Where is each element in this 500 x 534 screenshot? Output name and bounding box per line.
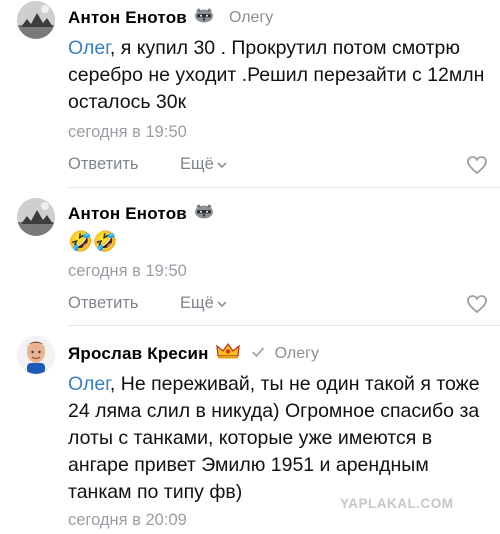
more-label: Ещё	[180, 155, 214, 173]
author-row: Антон Енотов	[68, 203, 215, 224]
author-name[interactable]: Ярослав Кресин	[68, 344, 209, 364]
comment-text: Олег, я купил 30 . Прокрутил потом смотр…	[68, 35, 488, 116]
more-label: Ещё	[180, 294, 214, 312]
author-row: Ярослав Кресин Олегу	[68, 342, 319, 365]
comment-actions: Ответить Ещё	[68, 294, 488, 318]
comment-body: , я купил 30 . Прокрутил потом смотрю се…	[68, 37, 485, 113]
mention-link[interactable]: Олег	[68, 373, 110, 395]
timestamp[interactable]: сегодня в 19:50	[68, 123, 187, 142]
author-name[interactable]: Антон Енотов	[68, 8, 187, 28]
author-name[interactable]: Антон Енотов	[68, 204, 187, 224]
comment-text: Олег, Не переживай, ты не один такой я т…	[68, 371, 488, 506]
more-button[interactable]: Ещё	[180, 294, 227, 313]
divider	[68, 325, 500, 326]
crown-icon	[215, 342, 241, 365]
reply-to-link[interactable]: Олегу	[229, 9, 273, 27]
raccoon-icon	[193, 7, 215, 28]
avatar[interactable]	[17, 198, 55, 236]
timestamp[interactable]: сегодня в 19:50	[68, 262, 187, 281]
avatar[interactable]	[17, 336, 55, 374]
reply-button[interactable]: Ответить	[68, 294, 139, 313]
raccoon-icon	[193, 203, 215, 224]
chevron-down-icon	[217, 294, 227, 313]
heart-icon[interactable]	[466, 155, 488, 180]
heart-icon[interactable]	[466, 294, 488, 319]
divider	[68, 187, 500, 188]
mention-link[interactable]: Олег	[68, 37, 110, 59]
reply-button[interactable]: Ответить	[68, 155, 139, 174]
comment-actions: Ответить Ещё	[68, 155, 488, 179]
more-button[interactable]: Ещё	[180, 155, 227, 174]
chevron-down-icon	[217, 155, 227, 174]
comment-body: , Не переживай, ты не один такой я тоже …	[68, 373, 480, 503]
watermark: YAPLAKAL.COM	[340, 496, 454, 511]
timestamp[interactable]: сегодня в 20:09	[68, 511, 187, 530]
checkmark-reply-icon	[251, 345, 265, 363]
author-row: Антон Енотов Олегу	[68, 7, 273, 28]
reply-to-link[interactable]: Олегу	[275, 345, 319, 363]
comment-emoji: 🤣🤣	[68, 231, 118, 253]
avatar[interactable]	[17, 1, 55, 39]
